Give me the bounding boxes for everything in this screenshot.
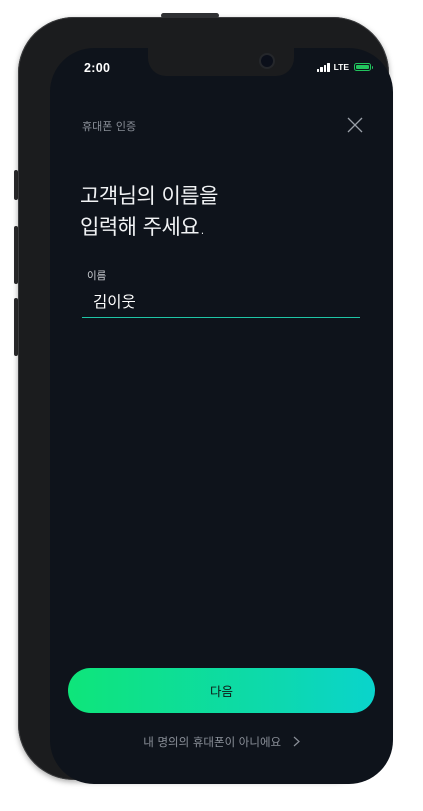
phone-screen: 2:00 LTE 휴대폰 인증 고객님의 이름을 입력해 주세요. 이름 다음 … <box>50 48 393 784</box>
chevron-right-icon <box>293 736 300 750</box>
camera-icon <box>261 55 273 67</box>
signal-icon <box>316 62 330 72</box>
not-my-phone-label: 내 명의의 휴대폰이 아니에요 <box>143 735 282 749</box>
headline-line-2: 입력해 주세요. <box>80 215 206 239</box>
name-field-label: 이름 <box>87 270 107 282</box>
status-time: 2:00 <box>84 61 111 75</box>
not-my-phone-link[interactable]: 내 명의의 휴대폰이 아니에요 <box>50 734 393 750</box>
status-indicators: LTE <box>316 62 373 72</box>
page-title: 휴대폰 인증 <box>82 120 137 133</box>
name-input[interactable] <box>82 284 360 318</box>
headline-line-1: 고객님의 이름을 <box>80 184 218 208</box>
phone-frame: 2:00 LTE 휴대폰 인증 고객님의 이름을 입력해 주세요. 이름 다음 … <box>18 13 393 784</box>
next-button-label: 다음 <box>209 685 233 699</box>
battery-icon <box>354 63 373 71</box>
speaker-grille <box>161 13 219 18</box>
next-button[interactable]: 다음 <box>68 668 375 713</box>
network-label: LTE <box>333 62 349 72</box>
headline: 고객님의 이름을 입력해 주세요. <box>80 181 218 243</box>
close-icon[interactable] <box>347 117 363 133</box>
notch <box>148 48 294 76</box>
